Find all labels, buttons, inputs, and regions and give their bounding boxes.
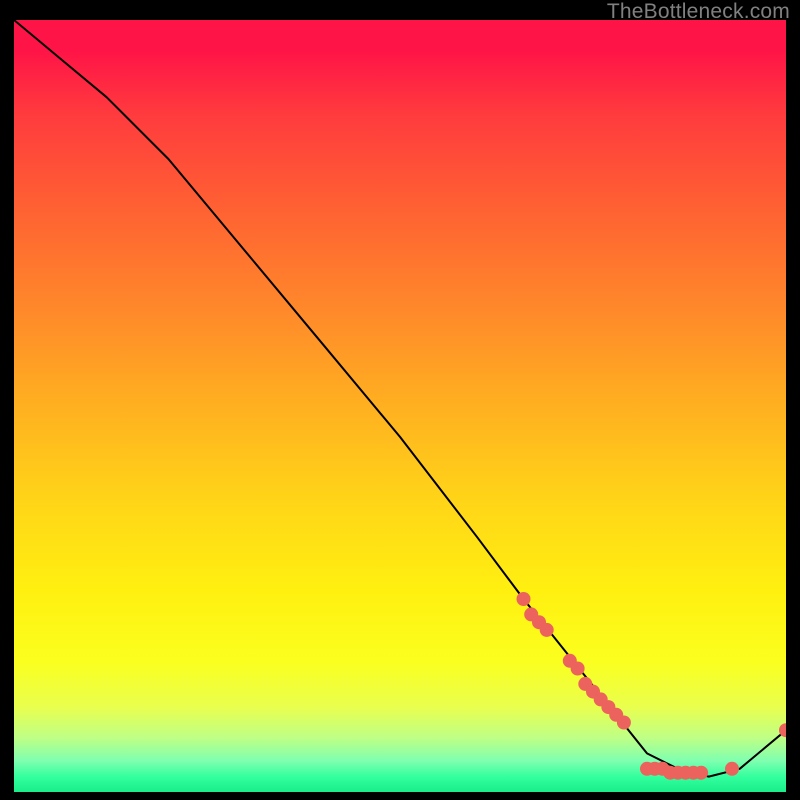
data-point-marker	[571, 662, 585, 676]
chart-overlay	[14, 20, 786, 792]
bottleneck-curve-line	[14, 20, 786, 777]
data-point-marker	[540, 623, 554, 637]
data-point-marker	[517, 592, 531, 606]
data-point-markers	[517, 592, 787, 780]
chart-stage: TheBottleneck.com	[0, 0, 800, 800]
watermark-text: TheBottleneck.com	[607, 0, 790, 24]
data-point-marker	[617, 716, 631, 730]
data-point-marker	[694, 766, 708, 780]
data-point-marker	[725, 762, 739, 776]
